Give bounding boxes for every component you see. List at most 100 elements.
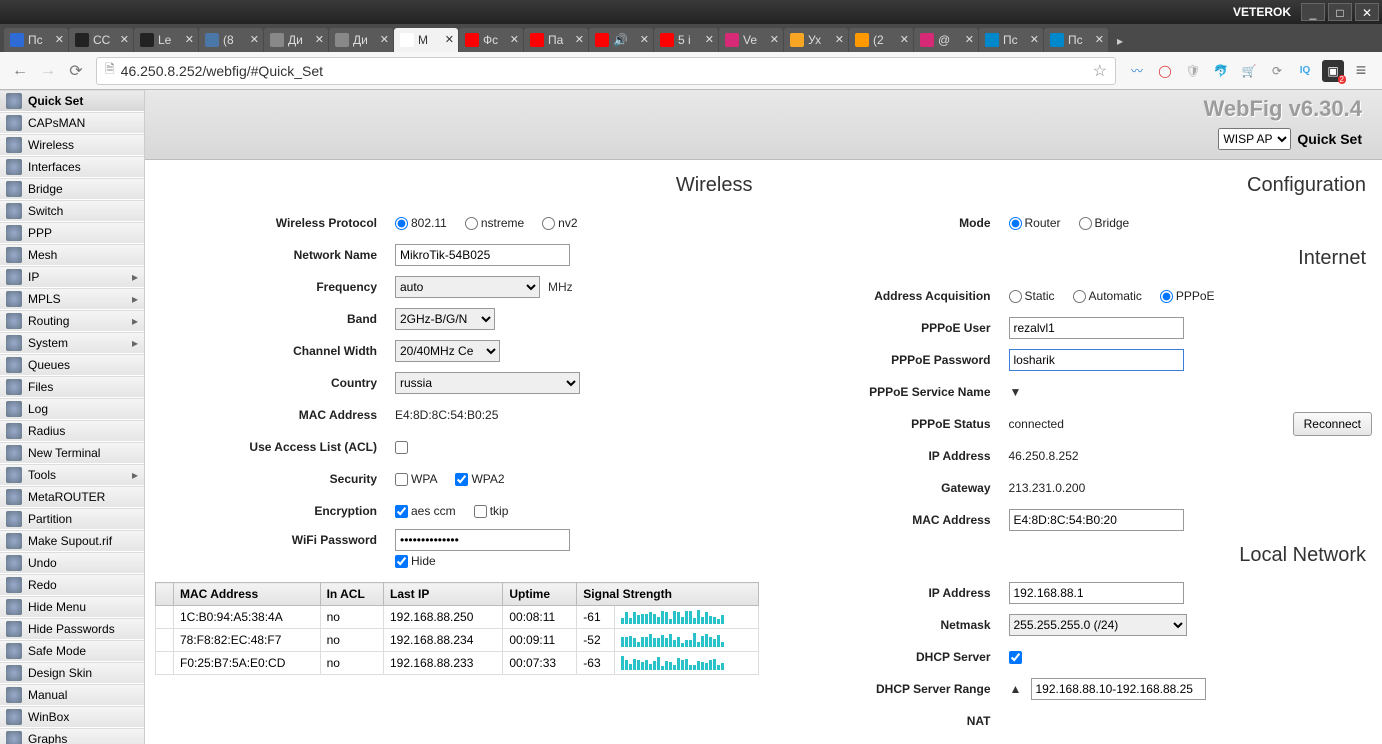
table-row[interactable]: 1C:B0:94:A5:38:4Ano192.168.88.25000:08:1… [156, 606, 759, 629]
ext-icon[interactable]: 〰 [1126, 60, 1148, 82]
th-uptime[interactable]: Uptime [503, 583, 577, 606]
sidebar-item[interactable]: WinBox [0, 706, 144, 728]
sidebar-item[interactable]: MPLS▸ [0, 288, 144, 310]
quickset-mode-select[interactable]: WISP AP [1218, 128, 1291, 150]
browser-tab[interactable]: (8✕ [199, 28, 263, 52]
sidebar-item[interactable]: Partition [0, 508, 144, 530]
tab-close-icon[interactable]: ✕ [1030, 33, 1039, 46]
ext-badge-icon[interactable]: ▣2 [1322, 60, 1344, 82]
sidebar-item[interactable]: Tools▸ [0, 464, 144, 486]
dhcp-range-input[interactable] [1031, 678, 1206, 700]
browser-tab[interactable]: Ди✕ [264, 28, 328, 52]
sidebar-item[interactable]: Manual [0, 684, 144, 706]
sidebar-item[interactable]: Undo [0, 552, 144, 574]
browser-tab[interactable]: CC✕ [69, 28, 133, 52]
mode-router[interactable]: Router [1009, 216, 1061, 230]
th-acl[interactable]: In ACL [320, 583, 383, 606]
sidebar-item[interactable]: Make Supout.rif [0, 530, 144, 552]
enc-tkip[interactable]: tkip [474, 504, 509, 518]
browser-tab[interactable]: Ve✕ [719, 28, 783, 52]
tab-close-icon[interactable]: ✕ [185, 33, 194, 46]
mode-bridge[interactable]: Bridge [1079, 216, 1130, 230]
shield-icon[interactable]: 🛡 [1182, 60, 1204, 82]
sidebar-item[interactable]: Log [0, 398, 144, 420]
wifi-password-input[interactable] [395, 529, 570, 551]
sidebar-item[interactable]: Redo [0, 574, 144, 596]
reload-icon[interactable]: ⟳ [62, 57, 90, 85]
wan-mac-input[interactable] [1009, 509, 1184, 531]
browser-tab[interactable]: Па✕ [524, 28, 588, 52]
bookmark-star-icon[interactable]: ☆ [1093, 61, 1107, 81]
browser-tab[interactable]: 5 і✕ [654, 28, 718, 52]
new-tab-icon[interactable]: ▸ [1109, 30, 1131, 52]
hide-password-checkbox[interactable]: Hide [395, 554, 436, 568]
acq-static[interactable]: Static [1009, 289, 1055, 303]
sidebar-item[interactable]: Files [0, 376, 144, 398]
tab-close-icon[interactable]: ✕ [770, 33, 779, 46]
back-icon[interactable]: ← [6, 57, 34, 85]
lan-ip-input[interactable] [1009, 582, 1184, 604]
proto-80211[interactable]: 802.11 [395, 216, 447, 230]
browser-tab[interactable]: Le✕ [134, 28, 198, 52]
menu-icon[interactable]: ≡ [1350, 60, 1372, 82]
sidebar-item[interactable]: Radius [0, 420, 144, 442]
pppoe-password-input[interactable] [1009, 349, 1184, 371]
tab-close-icon[interactable]: ✕ [250, 33, 259, 46]
tab-close-icon[interactable]: ✕ [315, 33, 324, 46]
sidebar-item[interactable]: Interfaces [0, 156, 144, 178]
url-input[interactable] [121, 63, 1093, 79]
th-ip[interactable]: Last IP [383, 583, 502, 606]
sidebar-item[interactable]: Design Skin [0, 662, 144, 684]
address-bar[interactable]: 🗎 ☆ [96, 57, 1116, 85]
channel-width-select[interactable]: 20/40MHz Ce [395, 340, 500, 362]
sidebar-item[interactable]: System▸ [0, 332, 144, 354]
proto-nv2[interactable]: nv2 [542, 216, 577, 230]
table-row[interactable]: F0:25:B7:5A:E0:CDno192.168.88.23300:07:3… [156, 652, 759, 675]
tab-close-icon[interactable]: ✕ [640, 33, 649, 46]
acq-pppoe[interactable]: PPPoE [1160, 289, 1215, 303]
browser-tab[interactable]: М✕ [394, 28, 458, 52]
sidebar-item[interactable]: Routing▸ [0, 310, 144, 332]
expand-icon[interactable]: ▼ [1009, 385, 1023, 399]
sidebar-item[interactable]: CAPsMAN [0, 112, 144, 134]
browser-tab[interactable]: Ди✕ [329, 28, 393, 52]
forward-icon[interactable]: → [34, 57, 62, 85]
browser-tab[interactable]: Пс✕ [1044, 28, 1108, 52]
tab-close-icon[interactable]: ✕ [965, 33, 974, 46]
sync-icon[interactable]: ⟳ [1266, 60, 1288, 82]
country-select[interactable]: russia [395, 372, 580, 394]
browser-tab[interactable]: Пс✕ [979, 28, 1043, 52]
browser-tab[interactable]: Фс✕ [459, 28, 523, 52]
sidebar-item[interactable]: Wireless [0, 134, 144, 156]
tab-close-icon[interactable]: ✕ [510, 33, 519, 46]
band-select[interactable]: 2GHz-B/G/N [395, 308, 495, 330]
sidebar-item[interactable]: Hide Menu [0, 596, 144, 618]
tab-close-icon[interactable]: ✕ [900, 33, 909, 46]
pppoe-user-input[interactable] [1009, 317, 1184, 339]
table-row[interactable]: 78:F8:82:EC:48:F7no192.168.88.23400:09:1… [156, 629, 759, 652]
netmask-select[interactable]: 255.255.255.0 (/24) [1009, 614, 1187, 636]
close-icon[interactable]: ✕ [1355, 3, 1379, 21]
browser-tab[interactable]: @✕ [914, 28, 978, 52]
tab-close-icon[interactable]: ✕ [1095, 33, 1104, 46]
sidebar-item[interactable]: MetaROUTER [0, 486, 144, 508]
sidebar-item[interactable]: Switch [0, 200, 144, 222]
collapse-icon[interactable]: ▲ [1009, 682, 1023, 696]
sidebar-item[interactable]: Mesh [0, 244, 144, 266]
tab-close-icon[interactable]: ✕ [705, 33, 714, 46]
frequency-select[interactable]: auto [395, 276, 540, 298]
th-mac[interactable]: MAC Address [174, 583, 321, 606]
tab-close-icon[interactable]: ✕ [120, 33, 129, 46]
enc-aes[interactable]: aes ccm [395, 504, 456, 518]
dhcp-checkbox[interactable] [1009, 651, 1022, 664]
sidebar-item[interactable]: Graphs [0, 728, 144, 744]
sidebar-item[interactable]: IP▸ [0, 266, 144, 288]
acl-checkbox[interactable] [395, 441, 408, 454]
tab-close-icon[interactable]: ✕ [55, 33, 64, 46]
tab-close-icon[interactable]: ✕ [445, 33, 454, 46]
security-wpa[interactable]: WPA [395, 472, 437, 486]
iq-icon[interactable]: IQ [1294, 60, 1316, 82]
browser-tab[interactable]: (2✕ [849, 28, 913, 52]
cart-icon[interactable]: 🛒 [1238, 60, 1260, 82]
proto-nstreme[interactable]: nstreme [465, 216, 524, 230]
